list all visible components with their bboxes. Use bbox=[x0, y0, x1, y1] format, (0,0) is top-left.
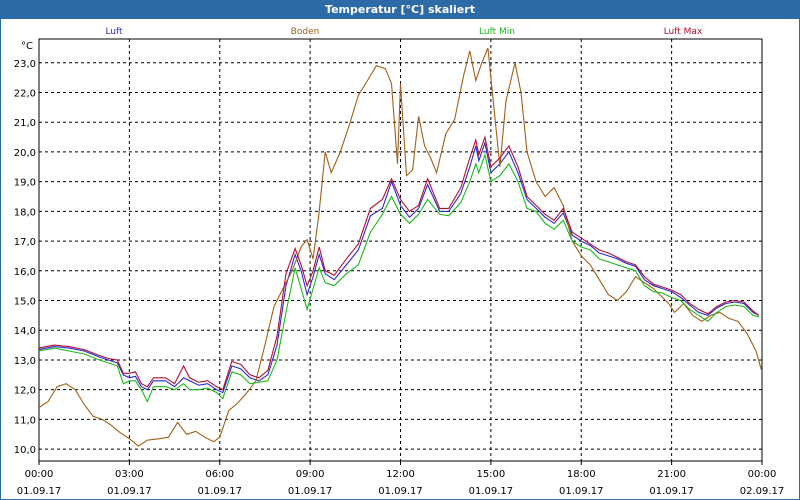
x-tick-date: 01.09.17 bbox=[559, 486, 604, 497]
x-tick-time: 12:00 bbox=[386, 469, 415, 480]
legend-label-luft-max: Luft Max bbox=[664, 27, 703, 37]
legend-label-luft-min: Luft Min bbox=[479, 27, 515, 37]
x-tick-date: 01.09.17 bbox=[649, 486, 694, 497]
x-tick-time: 18:00 bbox=[567, 469, 596, 480]
x-tick-date: 02.09.17 bbox=[740, 486, 785, 497]
x-tick-time: 00:00 bbox=[748, 469, 777, 480]
x-tick-time: 06:00 bbox=[205, 469, 234, 480]
y-tick-label: 22,0 bbox=[14, 88, 36, 99]
x-tick-date: 01.09.17 bbox=[107, 486, 152, 497]
y-tick-label: 20,0 bbox=[14, 148, 36, 159]
y-tick-label: 12,0 bbox=[14, 386, 36, 397]
x-tick-time: 09:00 bbox=[296, 469, 325, 480]
y-axis-unit: °C bbox=[21, 41, 33, 52]
x-tick-time: 03:00 bbox=[115, 469, 144, 480]
x-tick-date: 01.09.17 bbox=[17, 486, 62, 497]
x-tick-date: 01.09.17 bbox=[469, 486, 514, 497]
y-tick-label: 11,0 bbox=[14, 415, 36, 426]
y-tick-label: 10,0 bbox=[14, 445, 36, 456]
legend: Luft Boden Luft Min Luft Max bbox=[105, 27, 703, 37]
temperature-chart: 10,0 11,0 12,0 13,0 14,0 15,0 16,0 17,0 18,0 19,0… bbox=[14, 27, 785, 497]
legend-label-boden: Boden bbox=[291, 27, 320, 37]
x-tick-date: 01.09.17 bbox=[197, 486, 242, 497]
y-tick-label: 19,0 bbox=[14, 178, 36, 189]
y-tick-label: 13,0 bbox=[14, 356, 36, 367]
chart-window: Temperatur [°C] skaliert 10,0 11,0 12,0 13,… bbox=[0, 0, 800, 500]
x-tick-time: 00:00 bbox=[25, 469, 54, 480]
y-tick-label: 15,0 bbox=[14, 297, 36, 308]
y-tick-label: 18,0 bbox=[14, 207, 36, 218]
x-tick-time: 21:00 bbox=[657, 469, 686, 480]
y-tick-label: 17,0 bbox=[14, 237, 36, 248]
x-tick-date: 01.09.17 bbox=[288, 486, 333, 497]
legend-label-luft: Luft bbox=[105, 27, 123, 37]
y-tick-label: 14,0 bbox=[14, 326, 36, 337]
y-tick-label: 16,0 bbox=[14, 267, 36, 278]
x-tick-date: 01.09.17 bbox=[378, 486, 423, 497]
x-tick-time: 15:00 bbox=[476, 469, 505, 480]
y-tick-label: 21,0 bbox=[14, 118, 36, 129]
y-tick-label: 23,0 bbox=[14, 59, 36, 70]
